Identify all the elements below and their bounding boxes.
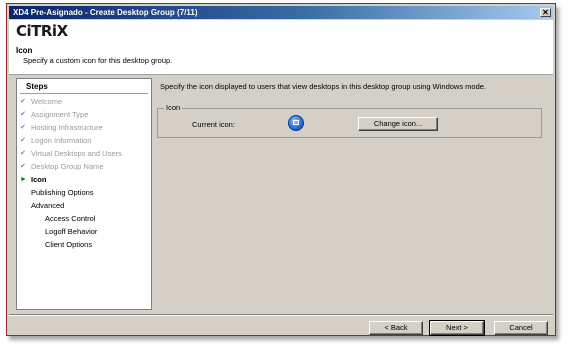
- change-icon-button[interactable]: Change icon...: [358, 117, 438, 131]
- step-item: Client Options: [17, 239, 151, 250]
- step-item: ✔ Assignment Type: [17, 109, 151, 120]
- page-subtitle: Specify a custom icon for this desktop g…: [23, 56, 173, 65]
- step-item: Access Control: [17, 213, 151, 224]
- step-item: ► Icon: [17, 174, 151, 185]
- step-item: Advanced: [17, 200, 151, 211]
- step-label: Icon: [31, 175, 47, 184]
- step-label: Assignment Type: [31, 110, 89, 119]
- check-icon: ✔: [20, 150, 26, 157]
- step-item: Logoff Behavior: [17, 226, 151, 237]
- step-label: Access Control: [45, 214, 96, 223]
- check-icon: ✔: [20, 98, 26, 105]
- desktop-group-icon: [288, 115, 304, 131]
- back-button[interactable]: < Back: [369, 321, 423, 335]
- close-button[interactable]: ✕: [540, 8, 551, 17]
- step-item: ✔ Desktop Group Name: [17, 161, 151, 172]
- wizard-window: XD4 Pre-Asignado - Create Desktop Group …: [6, 3, 556, 336]
- page-title: Icon: [16, 46, 33, 55]
- icon-description: Specify the icon displayed to users that…: [160, 82, 487, 91]
- wizard-header: CiTRiX Icon Specify a custom icon for th…: [9, 20, 553, 75]
- step-label: Client Options: [45, 240, 93, 249]
- citrix-logo: CiTRiX: [16, 22, 68, 40]
- footer-divider: [9, 314, 553, 316]
- step-label: Logon Information: [31, 136, 92, 145]
- step-item: ✔ Virtual Desktops and Users: [17, 148, 151, 159]
- step-label: Hosting Infrastructure: [31, 123, 103, 132]
- cancel-button[interactable]: Cancel: [494, 321, 548, 335]
- steps-list: ✔ Welcome ✔ Assignment Type ✔ Hosting Infrast…: [17, 96, 151, 250]
- arrow-right-icon: ►: [20, 176, 27, 183]
- steps-panel: Steps ✔ Welcome ✔ Assignment Type ✔ Hosting I…: [16, 78, 152, 310]
- title-bar: XD4 Pre-Asignado - Create Desktop Group …: [9, 6, 553, 19]
- window-title: XD4 Pre-Asignado - Create Desktop Group …: [13, 8, 198, 17]
- step-label: Logoff Behavior: [45, 227, 98, 236]
- step-label: Welcome: [31, 97, 63, 106]
- check-icon: ✔: [20, 137, 26, 144]
- check-icon: ✔: [20, 163, 26, 170]
- step-label: Virtual Desktops and Users: [31, 149, 122, 158]
- check-icon: ✔: [20, 111, 26, 118]
- check-icon: ✔: [20, 124, 26, 131]
- step-item: ✔ Welcome: [17, 96, 151, 107]
- step-item: ✔ Logon Information: [17, 135, 151, 146]
- step-label: Publishing Options: [31, 188, 94, 197]
- groupbox-label: Icon: [164, 103, 183, 112]
- step-item: ✔ Hosting Infrastructure: [17, 122, 151, 133]
- step-label: Desktop Group Name: [31, 162, 104, 171]
- icon-groupbox: Icon Current icon: Change icon...: [157, 103, 542, 138]
- current-icon-label: Current icon:: [192, 120, 235, 129]
- step-label: Advanced: [31, 201, 65, 210]
- steps-heading: Steps: [20, 79, 148, 94]
- next-button[interactable]: Next >: [429, 320, 485, 336]
- step-item: Publishing Options: [17, 187, 151, 198]
